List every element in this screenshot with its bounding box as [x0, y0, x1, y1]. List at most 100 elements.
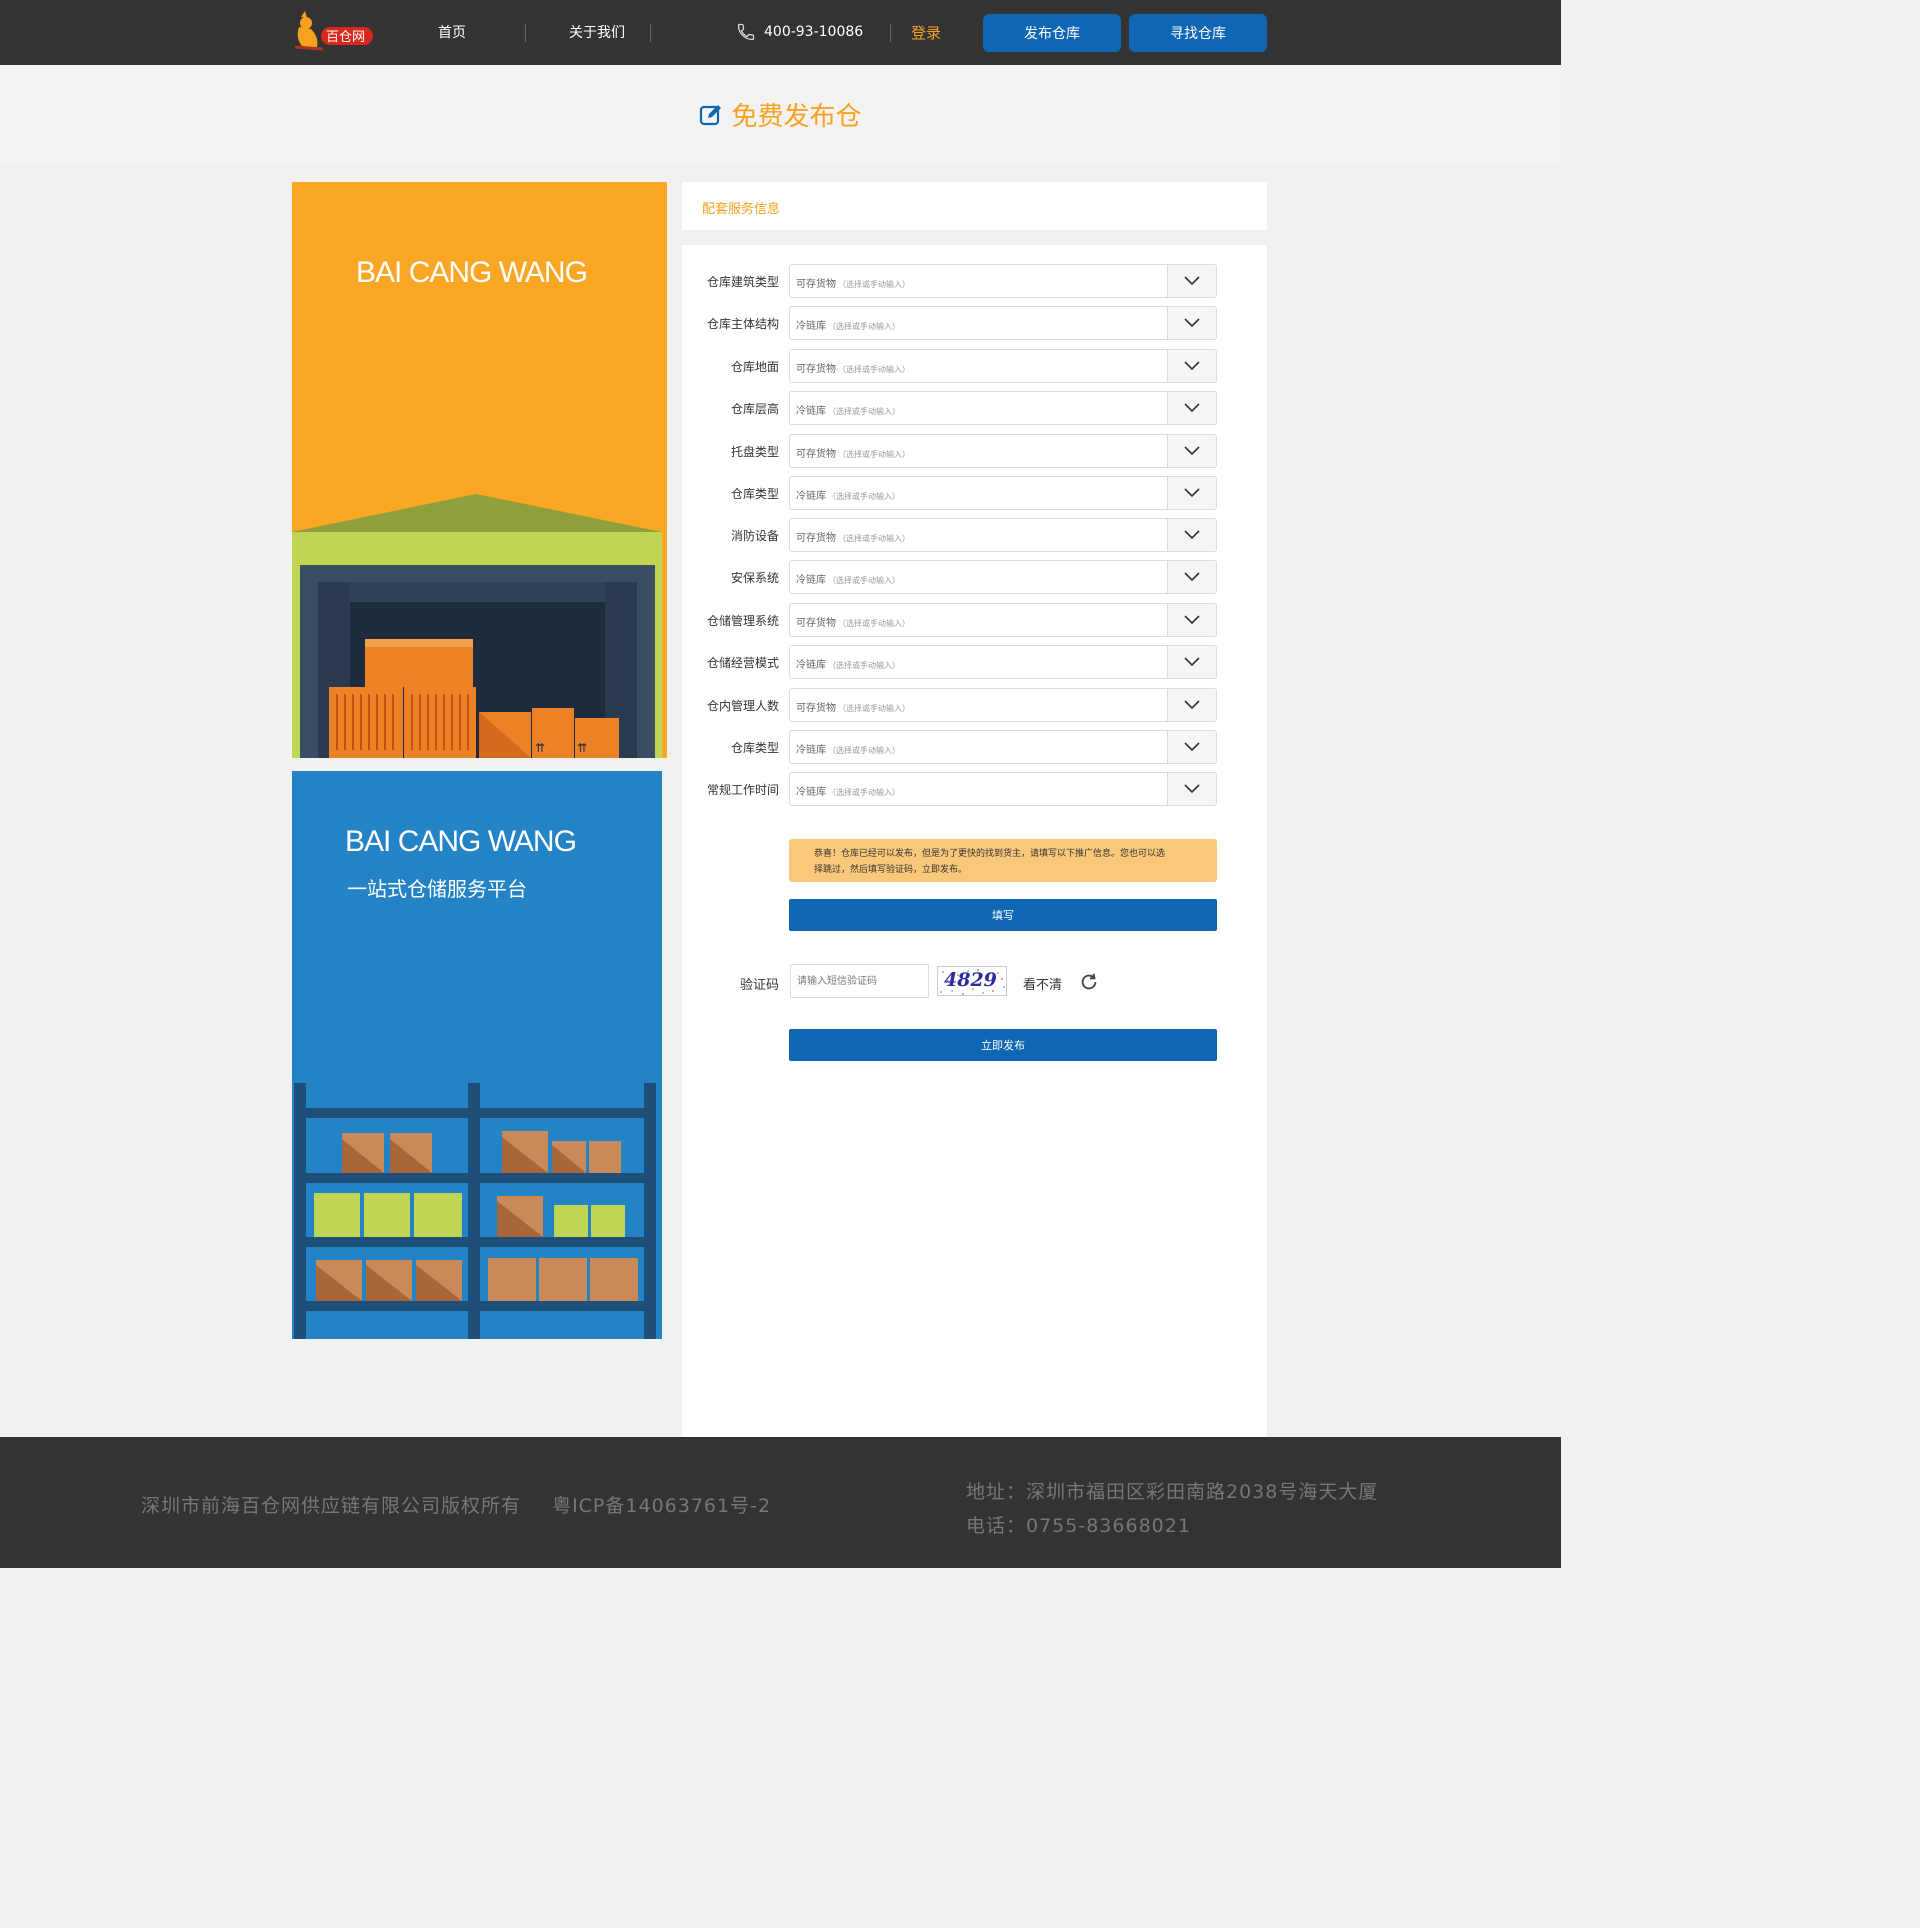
select-value: 可存货物 （选择或手动输入） — [796, 529, 910, 544]
sms-code-input[interactable] — [790, 964, 929, 998]
field-select[interactable]: 冷链库 （选择或手动输入） — [789, 476, 1217, 510]
dropdown-toggle[interactable] — [1167, 265, 1216, 297]
select-hint: （选择或手动输入） — [838, 365, 910, 374]
chevron-down-icon — [1184, 657, 1200, 667]
chevron-down-icon — [1184, 488, 1200, 498]
form-row: 仓储管理系统 可存货物 （选择或手动输入） — [682, 603, 1267, 637]
dropdown-toggle[interactable] — [1167, 307, 1216, 339]
dropdown-toggle[interactable] — [1167, 689, 1216, 721]
select-value-text: 冷链库 — [796, 660, 826, 671]
publish-now-button[interactable]: 立即发布 — [789, 1029, 1217, 1061]
select-hint: （选择或手动输入） — [828, 788, 900, 797]
field-select[interactable]: 冷链库 （选择或手动输入） — [789, 391, 1217, 425]
dropdown-toggle[interactable] — [1167, 435, 1216, 467]
nav-home-link[interactable]: 首页 — [438, 23, 466, 43]
chevron-down-icon — [1184, 276, 1200, 286]
select-value-text: 可存货物 — [796, 279, 836, 290]
fill-in-button[interactable]: 填写 — [789, 899, 1217, 931]
nav-divider — [890, 24, 891, 42]
captcha-code: 4829 — [944, 969, 997, 991]
form-row: 仓库类型 冷链库 （选择或手动输入） — [682, 476, 1267, 510]
field-label: 安保系统 — [730, 571, 779, 585]
kangaroo-logo-icon: 百仓网 — [294, 11, 373, 51]
dropdown-toggle[interactable] — [1167, 731, 1216, 763]
form-row: 仓储经营模式 冷链库 （选择或手动输入） — [682, 645, 1267, 679]
company-name: 深圳市前海百仓网供应链有限公司版权所有 — [141, 1495, 522, 1517]
notice-text-line: 择跳过，然后填写验证码，立即发布。 — [814, 865, 968, 875]
field-select[interactable]: 可存货物 （选择或手动输入） — [789, 518, 1217, 552]
dropdown-toggle[interactable] — [1167, 561, 1216, 593]
field-label: 仓储经营模式 — [706, 656, 779, 670]
select-value: 冷链库 （选择或手动输入） — [796, 487, 900, 502]
section-header: 配套服务信息 — [682, 182, 1267, 230]
field-select[interactable]: 可存货物 （选择或手动输入） — [789, 349, 1217, 383]
select-hint: （选择或手动输入） — [838, 280, 910, 289]
form-row: 仓库主体结构 冷链库 （选择或手动输入） — [682, 306, 1267, 340]
field-select[interactable]: 可存货物 （选择或手动输入） — [789, 434, 1217, 468]
field-label: 仓库建筑类型 — [706, 275, 779, 289]
footer-copyright: 深圳市前海百仓网供应链有限公司版权所有 粤ICP备14063761号-2 — [141, 1491, 771, 1518]
chevron-down-icon — [1184, 615, 1200, 625]
page-banner: 免费发布仓 — [0, 65, 1561, 164]
dropdown-toggle[interactable] — [1167, 519, 1216, 551]
select-hint: （选择或手动输入） — [828, 492, 900, 501]
select-hint: （选择或手动输入） — [828, 576, 900, 585]
select-hint: （选择或手动输入） — [828, 661, 900, 670]
svg-text:百仓网: 百仓网 — [326, 30, 365, 45]
field-label: 仓库地面 — [730, 360, 779, 374]
select-hint: （选择或手动输入） — [838, 619, 910, 628]
edit-icon — [700, 104, 722, 125]
promotion-notice: 恭喜！仓库已经可以发布，但是为了更快的找到货主，请填写以下推广信息。您也可以选 … — [789, 839, 1217, 882]
refresh-captcha-link[interactable]: 看不清 — [1023, 974, 1062, 993]
dropdown-toggle[interactable] — [1167, 646, 1216, 678]
select-value-text: 可存货物 — [796, 449, 836, 460]
form-row: 仓库层高 冷链库 （选择或手动输入） — [682, 391, 1267, 425]
hotline: 400-93-10086 — [736, 22, 863, 42]
form-row: 仓库地面 可存货物 （选择或手动输入） — [682, 349, 1267, 383]
select-value-text: 冷链库 — [796, 575, 826, 586]
dropdown-toggle[interactable] — [1167, 773, 1216, 805]
find-warehouse-button[interactable]: 寻找仓库 — [1129, 14, 1267, 52]
select-value: 冷链库 （选择或手动输入） — [796, 317, 900, 332]
field-select[interactable]: 可存货物 （选择或手动输入） — [789, 688, 1217, 722]
select-hint: （选择或手动输入） — [838, 450, 910, 459]
select-value: 可存货物 （选择或手动输入） — [796, 360, 910, 375]
form-row: 安保系统 冷链库 （选择或手动输入） — [682, 560, 1267, 594]
shelving-illustration: BAI CANG WANG 一站式仓储服务平台 — [292, 771, 662, 1339]
dropdown-toggle[interactable] — [1167, 392, 1216, 424]
captcha-image[interactable]: 4829 — [937, 966, 1007, 996]
refresh-icon[interactable] — [1078, 971, 1100, 993]
field-select[interactable]: 冷链库 （选择或手动输入） — [789, 730, 1217, 764]
publish-warehouse-button[interactable]: 发布仓库 — [983, 14, 1121, 52]
hotline-number: 400-93-10086 — [764, 24, 864, 40]
storage-shelves-image — [294, 1083, 656, 1339]
field-select[interactable]: 可存货物 （选择或手动输入） — [789, 264, 1217, 298]
dropdown-toggle[interactable] — [1167, 477, 1216, 509]
dropdown-toggle[interactable] — [1167, 350, 1216, 382]
page-title: 免费发布仓 — [731, 102, 862, 132]
field-label: 托盘类型 — [730, 445, 779, 459]
field-label: 仓库类型 — [730, 487, 779, 501]
select-value-text: 可存货物 — [796, 618, 836, 629]
field-select[interactable]: 冷链库 （选择或手动输入） — [789, 560, 1217, 594]
field-label: 消防设备 — [730, 529, 779, 543]
nav-divider — [525, 24, 526, 42]
field-label: 仓库主体结构 — [706, 317, 779, 331]
chevron-down-icon — [1184, 530, 1200, 540]
field-select[interactable]: 可存货物 （选择或手动输入） — [789, 603, 1217, 637]
select-hint: （选择或手动输入） — [838, 704, 910, 713]
warehouse-building-image: ⇈ ⇈ — [292, 494, 662, 758]
field-select[interactable]: 冷链库 （选择或手动输入） — [789, 645, 1217, 679]
icp-number[interactable]: 粤ICP备14063761号-2 — [552, 1495, 771, 1517]
svg-text:⇈: ⇈ — [577, 741, 587, 755]
site-logo[interactable]: 百仓网 — [293, 9, 377, 53]
field-select[interactable]: 冷链库 （选择或手动输入） — [789, 306, 1217, 340]
chevron-down-icon — [1184, 742, 1200, 752]
svg-text:⇈: ⇈ — [535, 741, 545, 755]
login-link[interactable]: 登录 — [911, 22, 941, 43]
form-row: 仓库类型 冷链库 （选择或手动输入） — [682, 730, 1267, 764]
nav-about-link[interactable]: 关于我们 — [569, 23, 625, 43]
select-value: 可存货物 （选择或手动输入） — [796, 699, 910, 714]
field-select[interactable]: 冷链库 （选择或手动输入） — [789, 772, 1217, 806]
dropdown-toggle[interactable] — [1167, 604, 1216, 636]
